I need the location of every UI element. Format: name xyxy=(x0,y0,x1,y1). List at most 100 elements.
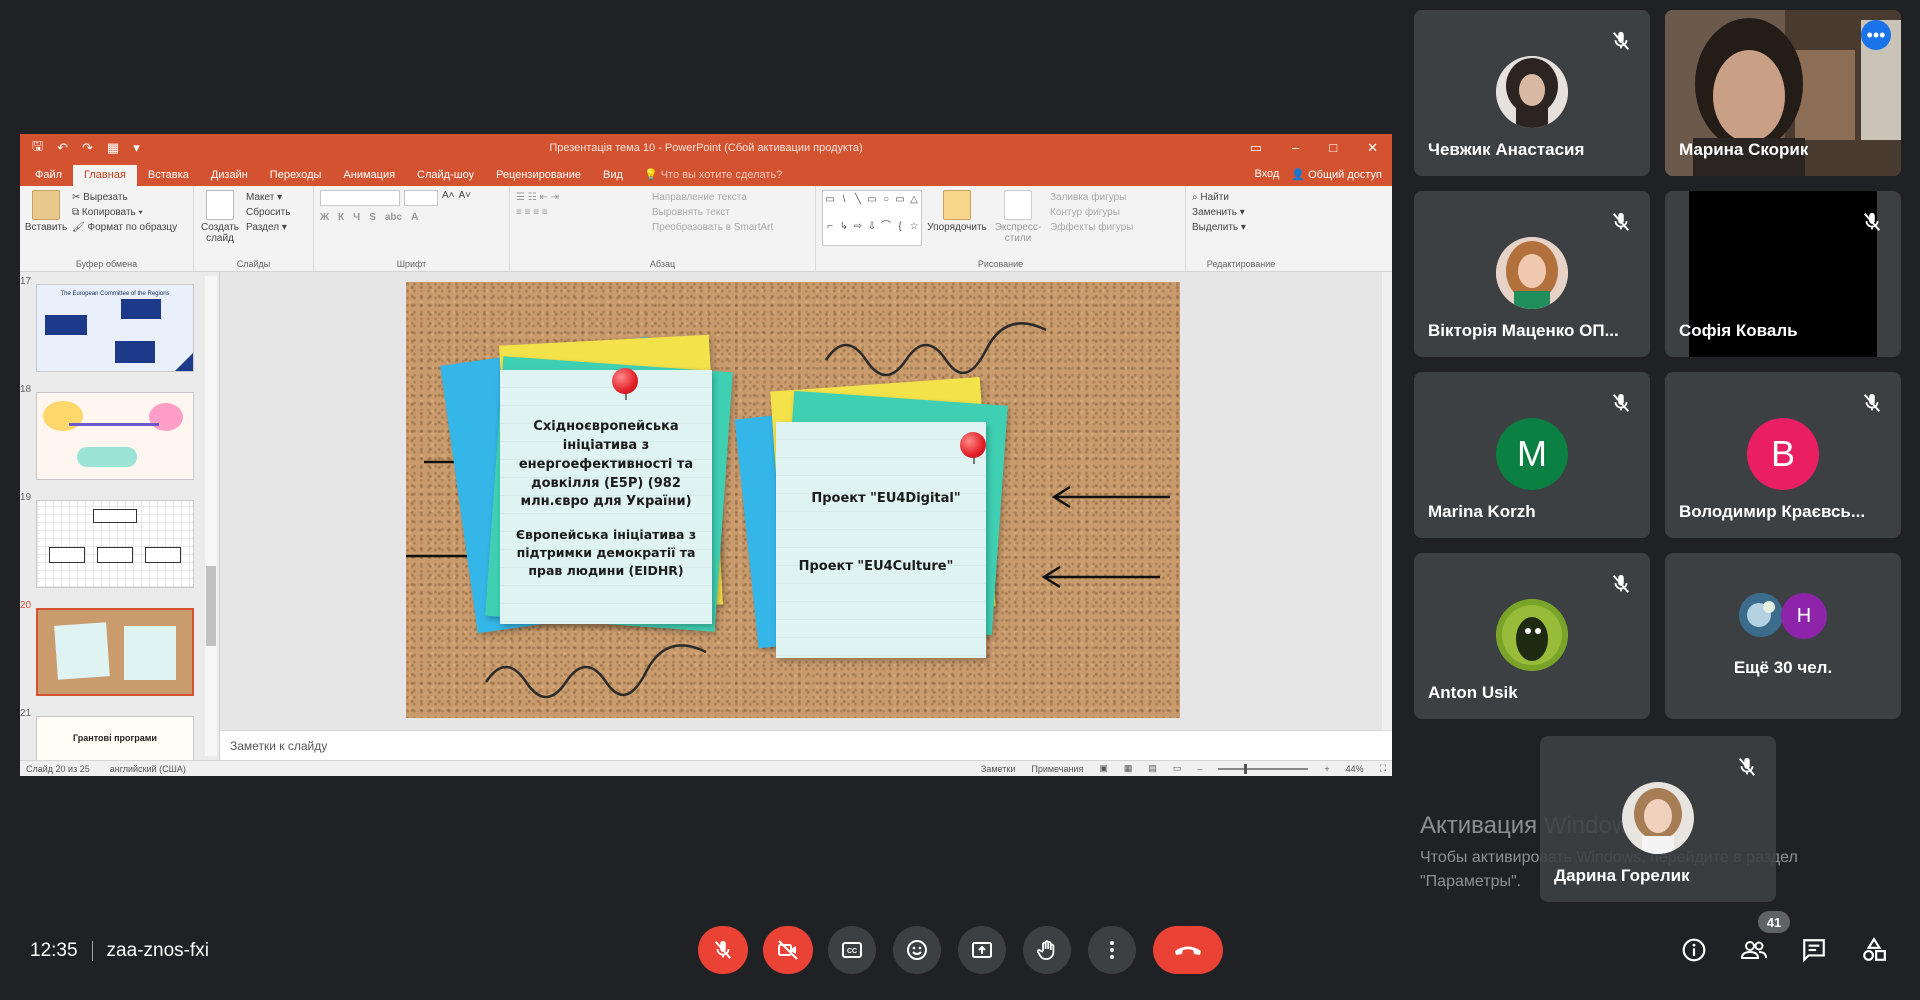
slide-thumbnail-17[interactable]: The European Committee of the Regions xyxy=(36,284,194,372)
tab-review[interactable]: Рецензирование xyxy=(485,165,592,186)
chat-button[interactable] xyxy=(1796,932,1832,968)
camera-toggle-button[interactable] xyxy=(763,926,813,974)
thumb-note xyxy=(54,622,110,680)
more-options-button[interactable] xyxy=(1088,926,1136,974)
bold-icon[interactable]: Ж xyxy=(320,212,329,223)
fit-to-window-icon[interactable]: ⛶ xyxy=(1380,763,1386,774)
slide-thumbnail-18[interactable] xyxy=(36,392,194,480)
section-button[interactable]: Раздел ▾ xyxy=(246,222,290,233)
scrollbar-thumb[interactable] xyxy=(206,566,216,646)
new-slide-button[interactable]: Создать слайд xyxy=(200,190,240,255)
language-indicator[interactable]: английский (США) xyxy=(110,764,186,774)
captions-button[interactable]: CC xyxy=(828,926,876,974)
participant-tile[interactable]: В Володимир Краєвсь... xyxy=(1665,372,1901,538)
font-color-icon[interactable]: A xyxy=(411,212,418,223)
slide-thumbnail-21[interactable]: Грантові програми xyxy=(36,716,194,762)
microphone-toggle-button[interactable] xyxy=(698,926,748,974)
participant-tile[interactable]: Чевжик Анастасия xyxy=(1414,10,1650,176)
shrink-font-icon[interactable]: A˅ xyxy=(459,190,472,206)
grow-font-icon[interactable]: A˄ xyxy=(442,190,455,206)
participant-tile[interactable]: Дарина Горелик xyxy=(1540,736,1776,902)
minimize-icon[interactable]: – xyxy=(1292,140,1299,156)
zoom-slider[interactable] xyxy=(1218,763,1309,774)
tell-me-search[interactable]: 💡 Что вы хотите сделать? xyxy=(634,164,792,186)
view-normal-icon[interactable]: ▣ xyxy=(1099,763,1108,774)
save-icon[interactable]: 🖫 xyxy=(32,137,43,159)
tab-animations[interactable]: Анимация xyxy=(332,165,406,186)
tab-slideshow[interactable]: Слайд-шоу xyxy=(406,165,485,186)
redo-icon[interactable]: ↷ xyxy=(82,140,93,156)
maximize-icon[interactable]: □ xyxy=(1329,140,1337,156)
underline-icon[interactable]: Ч xyxy=(353,212,360,223)
activities-button[interactable] xyxy=(1856,932,1892,968)
italic-icon[interactable]: К xyxy=(338,212,344,223)
leave-call-button[interactable] xyxy=(1153,926,1223,974)
shape-outline-button[interactable]: Контур фигуры xyxy=(1050,207,1133,218)
align-icon[interactable]: ≡ ≡ ≡ ≡ xyxy=(516,207,646,218)
participant-tile[interactable]: Вікторія Маценко ОП... xyxy=(1414,191,1650,357)
tab-insert[interactable]: Вставка xyxy=(137,165,200,186)
font-family-box[interactable] xyxy=(320,190,400,206)
participant-tile[interactable]: M Marina Korzh xyxy=(1414,372,1650,538)
layout-button[interactable]: Макет ▾ xyxy=(246,192,290,203)
shape-effects-button[interactable]: Эффекты фигуры xyxy=(1050,222,1133,233)
undo-icon[interactable]: ↶ xyxy=(57,140,68,156)
share-button[interactable]: 👤 Общий доступ xyxy=(1291,168,1382,181)
comments-toggle[interactable]: Примечания xyxy=(1031,764,1083,774)
slide-scrollbar[interactable] xyxy=(1382,272,1392,730)
zoom-in-icon[interactable]: + xyxy=(1324,764,1329,774)
more-options-icon[interactable]: ••• xyxy=(1861,20,1891,50)
tab-design[interactable]: Дизайн xyxy=(200,165,259,186)
zoom-out-icon[interactable]: – xyxy=(1197,764,1202,774)
customize-qat-icon[interactable]: ▾ xyxy=(133,140,140,156)
paste-label: Вставить xyxy=(24,222,68,233)
view-sorter-icon[interactable]: ▦ xyxy=(1124,763,1133,774)
raise-hand-button[interactable] xyxy=(1023,926,1071,974)
find-button[interactable]: ⌕ Найти xyxy=(1192,192,1246,203)
tab-home[interactable]: Главная xyxy=(73,165,137,186)
strike-icon[interactable]: abc xyxy=(385,212,402,223)
shape-fill-button[interactable]: Заливка фигуры xyxy=(1050,192,1133,203)
notes-pane[interactable]: Заметки к слайду xyxy=(220,730,1392,760)
reactions-button[interactable] xyxy=(893,926,941,974)
tab-view[interactable]: Вид xyxy=(592,165,634,186)
quick-styles-button[interactable]: Экспресс-стили xyxy=(992,190,1044,255)
arrange-button[interactable]: Упорядочить xyxy=(927,190,987,255)
close-icon[interactable]: ✕ xyxy=(1367,140,1378,156)
participant-tile[interactable]: Софія Коваль xyxy=(1665,191,1901,357)
paste-button[interactable]: Вставить xyxy=(24,190,68,255)
font-size-box[interactable] xyxy=(404,190,438,206)
participant-tile-speaking[interactable]: ••• Марина Скорик xyxy=(1665,10,1901,176)
new-slide-label: Создать слайд xyxy=(200,222,239,244)
notes-toggle[interactable]: Заметки xyxy=(981,764,1015,774)
slideshow-icon[interactable]: ▦ xyxy=(107,140,119,156)
thumbnails-scrollbar[interactable] xyxy=(205,276,217,756)
slide-thumbnail-20[interactable] xyxy=(36,608,194,696)
slide-thumbnail-19[interactable] xyxy=(36,500,194,588)
ribbon-display-icon[interactable]: ▭ xyxy=(1250,140,1262,156)
tab-file[interactable]: Файл xyxy=(24,165,73,186)
tab-transitions[interactable]: Переходы xyxy=(259,165,333,186)
present-screen-button[interactable] xyxy=(958,926,1006,974)
people-button[interactable] xyxy=(1736,932,1772,968)
more-participants-tile[interactable]: H Ещё 30 чел. xyxy=(1665,553,1901,719)
view-reading-icon[interactable]: ▤ xyxy=(1148,763,1157,774)
select-button[interactable]: Выделить ▾ xyxy=(1192,222,1246,233)
view-slideshow-icon[interactable]: ▭ xyxy=(1173,763,1182,774)
format-painter-button[interactable]: 🖌 Формат по образцу xyxy=(72,222,177,233)
find-label: Найти xyxy=(1200,192,1229,203)
sign-in-link[interactable]: Вход xyxy=(1254,168,1279,181)
align-text-button[interactable]: Выровнять текст xyxy=(652,207,773,218)
copy-button[interactable]: ⧉ Копировать ▾ xyxy=(72,207,177,218)
text-direction-button[interactable]: Направление текста xyxy=(652,192,773,203)
replace-button[interactable]: Заменить ▾ xyxy=(1192,207,1246,218)
bullets-icon[interactable]: ☰ ☷ ⇤ ⇥ xyxy=(516,192,646,203)
shapes-gallery[interactable]: ▭ \ ╲ ▭ ○ ▭ △ ⌐ ↳ ⇨ ⇩ ⌒{☆ xyxy=(822,190,922,246)
meeting-details-button[interactable] xyxy=(1676,932,1712,968)
zoom-level[interactable]: 44% xyxy=(1346,764,1364,774)
reset-button[interactable]: Сбросить xyxy=(246,207,290,218)
smartart-button[interactable]: Преобразовать в SmartArt xyxy=(652,222,773,233)
participant-tile[interactable]: Anton Usik xyxy=(1414,553,1650,719)
cut-button[interactable]: ✂ Вырезать xyxy=(72,192,177,203)
shadow-icon[interactable]: S xyxy=(369,212,376,223)
